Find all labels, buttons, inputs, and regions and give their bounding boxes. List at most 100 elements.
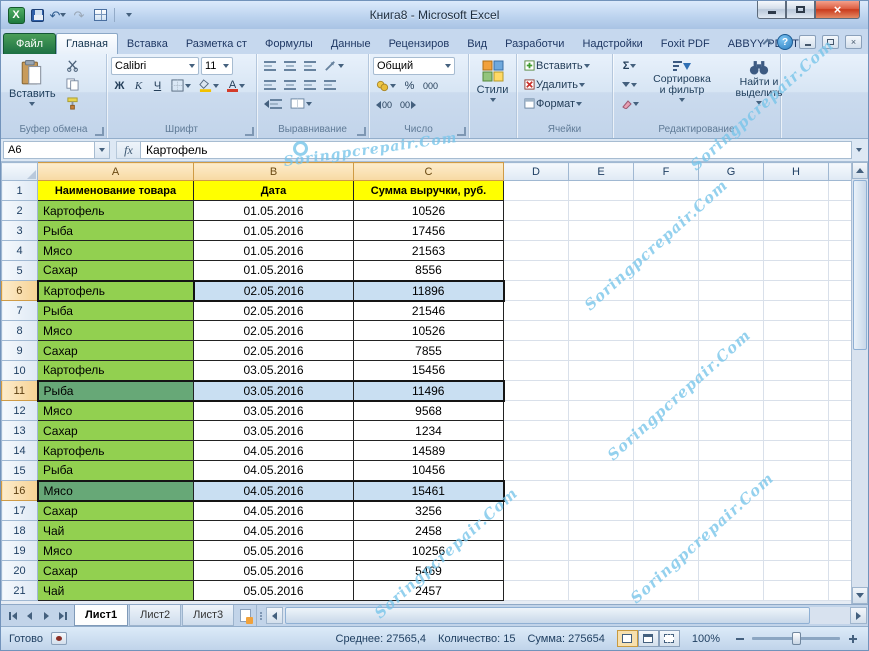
cell-F6[interactable] (634, 281, 699, 301)
copy-button[interactable] (63, 76, 82, 93)
borders-button[interactable] (168, 77, 194, 94)
cell-H2[interactable] (764, 201, 829, 221)
tab-Формулы[interactable]: Формулы (256, 34, 322, 54)
cell-G21[interactable] (699, 581, 764, 601)
align-right-button[interactable] (301, 76, 319, 93)
horizontal-scrollbar[interactable] (266, 607, 867, 624)
cell-H3[interactable] (764, 221, 829, 241)
cell-B5[interactable]: 01.05.2016 (194, 261, 354, 281)
cell-F17[interactable] (634, 501, 699, 521)
scroll-right-button[interactable] (850, 607, 867, 624)
tab-Рецензиров[interactable]: Рецензиров (380, 34, 459, 54)
sort-filter-button[interactable]: Сортировка и фильтр (645, 57, 719, 105)
cell-H17[interactable] (764, 501, 829, 521)
cell-H6[interactable] (764, 281, 829, 301)
cell-D2[interactable] (504, 201, 569, 221)
name-box[interactable]: А6 (3, 141, 95, 159)
cell-H13[interactable] (764, 421, 829, 441)
cell-A15[interactable]: Рыба (38, 461, 194, 481)
cell-D19[interactable] (504, 541, 569, 561)
cell-E4[interactable] (569, 241, 634, 261)
cell-B6[interactable]: 02.05.2016 (194, 281, 354, 301)
cell-G4[interactable] (699, 241, 764, 261)
cell-D7[interactable] (504, 301, 569, 321)
cell-A16[interactable]: Мясо (38, 481, 194, 501)
row-header-12[interactable]: 12 (2, 401, 38, 421)
cell-E11[interactable] (569, 381, 634, 401)
minimize-button[interactable] (757, 1, 786, 19)
cell-B7[interactable]: 02.05.2016 (194, 301, 354, 321)
cell-H7[interactable] (764, 301, 829, 321)
cell-B11[interactable]: 03.05.2016 (194, 381, 354, 401)
bold-button[interactable]: Ж (111, 77, 128, 94)
normal-view-button[interactable] (617, 630, 638, 647)
cell-B21[interactable]: 05.05.2016 (194, 581, 354, 601)
cell-B1[interactable]: Дата (194, 181, 354, 201)
cell-H19[interactable] (764, 541, 829, 561)
align-top-button[interactable] (261, 57, 279, 74)
sheet-tab-Лист3[interactable]: Лист3 (182, 605, 234, 626)
cell-E16[interactable] (569, 481, 634, 501)
cell-H16[interactable] (764, 481, 829, 501)
cell-E15[interactable] (569, 461, 634, 481)
cell-G19[interactable] (699, 541, 764, 561)
cell-F13[interactable] (634, 421, 699, 441)
column-header-B[interactable]: B (194, 163, 354, 181)
close-button[interactable]: × (815, 1, 860, 19)
cell-C16[interactable]: 15461 (354, 481, 504, 501)
workbook-restore-button[interactable] (822, 35, 839, 49)
cell-E1[interactable] (569, 181, 634, 201)
cell-F19[interactable] (634, 541, 699, 561)
cell-B2[interactable]: 01.05.2016 (194, 201, 354, 221)
font-name-select[interactable]: Calibri (111, 57, 199, 75)
cell-E10[interactable] (569, 361, 634, 381)
cell-A7[interactable]: Рыба (38, 301, 194, 321)
last-sheet-button[interactable] (55, 608, 71, 624)
cell-E13[interactable] (569, 421, 634, 441)
cell-G7[interactable] (699, 301, 764, 321)
cell-D17[interactable] (504, 501, 569, 521)
format-painter-button[interactable] (63, 95, 82, 112)
cell-A18[interactable]: Чай (38, 521, 194, 541)
insert-worksheet-button[interactable] (235, 605, 257, 626)
row-header-17[interactable]: 17 (2, 501, 38, 521)
cell-A9[interactable]: Сахар (38, 341, 194, 361)
cell-G10[interactable] (699, 361, 764, 381)
cell-F15[interactable] (634, 461, 699, 481)
paste-button[interactable]: Вставить (5, 57, 60, 109)
thousands-format-button[interactable]: 000 (420, 77, 441, 94)
name-box-dropdown[interactable] (95, 141, 110, 159)
row-header-6[interactable]: 6 (2, 281, 38, 301)
cell-C15[interactable]: 10456 (354, 461, 504, 481)
tab-split-handle[interactable] (257, 605, 264, 626)
tab-Вид[interactable]: Вид (458, 34, 496, 54)
cell-F2[interactable] (634, 201, 699, 221)
cell-E12[interactable] (569, 401, 634, 421)
delete-cells-button[interactable]: Удалить (521, 76, 588, 93)
tab-Вставка[interactable]: Вставка (118, 34, 177, 54)
zoom-in-button[interactable] (845, 631, 860, 646)
cell-F9[interactable] (634, 341, 699, 361)
cell-A10[interactable]: Картофель (38, 361, 194, 381)
cell-C12[interactable]: 9568 (354, 401, 504, 421)
cell-F8[interactable] (634, 321, 699, 341)
tab-Разметка ст[interactable]: Разметка ст (177, 34, 256, 54)
increase-decimal-button[interactable]: 00 (373, 96, 395, 113)
merge-center-button[interactable] (287, 95, 315, 112)
cell-C7[interactable]: 21546 (354, 301, 504, 321)
cell-G11[interactable] (699, 381, 764, 401)
cell-A17[interactable]: Сахар (38, 501, 194, 521)
cell-D12[interactable] (504, 401, 569, 421)
row-header-14[interactable]: 14 (2, 441, 38, 461)
row-header-7[interactable]: 7 (2, 301, 38, 321)
cell-G1[interactable] (699, 181, 764, 201)
cell-F21[interactable] (634, 581, 699, 601)
cell-H15[interactable] (764, 461, 829, 481)
cell-G5[interactable] (699, 261, 764, 281)
cell-C4[interactable]: 21563 (354, 241, 504, 261)
cell-H9[interactable] (764, 341, 829, 361)
page-break-view-button[interactable] (659, 630, 680, 647)
next-sheet-button[interactable] (38, 608, 54, 624)
cell-G8[interactable] (699, 321, 764, 341)
cell-G15[interactable] (699, 461, 764, 481)
